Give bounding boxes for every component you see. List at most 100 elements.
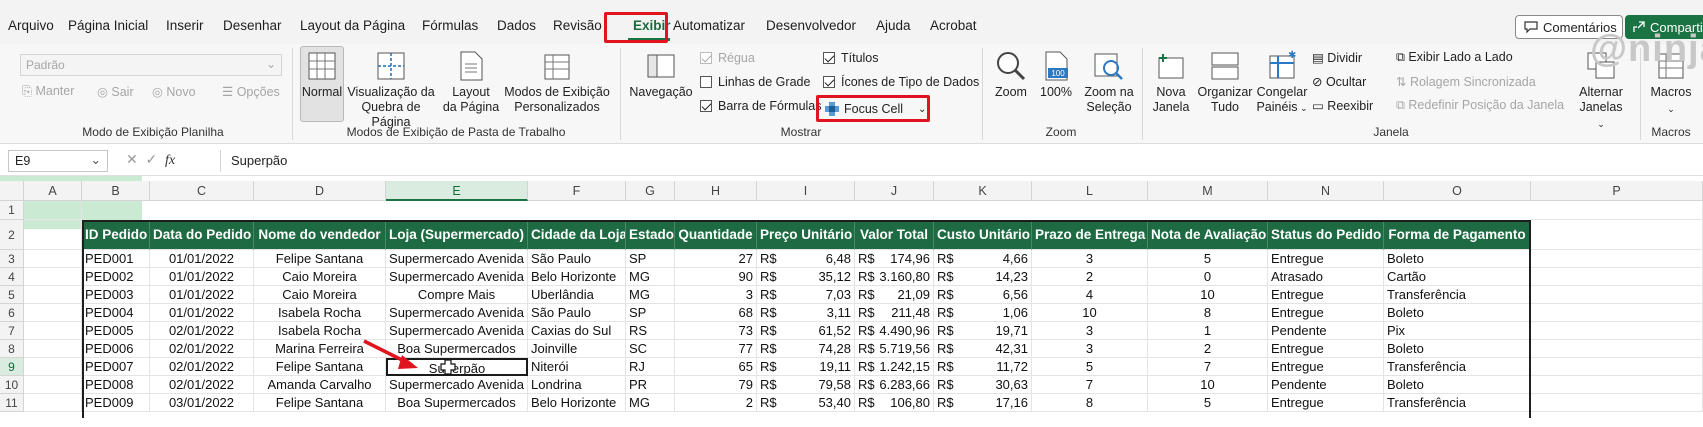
- ruler-checkbox[interactable]: Régua: [700, 51, 755, 65]
- column-header-i[interactable]: I: [757, 181, 855, 201]
- table-cell[interactable]: Boleto: [1384, 376, 1531, 394]
- table-cell[interactable]: Transferência: [1384, 358, 1531, 376]
- table-cell[interactable]: Entregue: [1268, 340, 1384, 358]
- zoom-100-button[interactable]: 100 100%: [1036, 50, 1076, 100]
- table-cell[interactable]: PED007: [82, 358, 150, 376]
- table-header-cell[interactable]: Nome do vendedor: [254, 221, 386, 250]
- table-cell[interactable]: 174,96: [855, 250, 934, 268]
- freeze-panes-button[interactable]: ✱ Congelar Painéis ⌄: [1254, 50, 1310, 116]
- column-header-h[interactable]: H: [675, 181, 757, 201]
- insert-function-icon[interactable]: fx: [165, 153, 175, 168]
- sync-scroll-button[interactable]: ⇅ Rolagem Sincronizada: [1396, 74, 1536, 89]
- table-cell[interactable]: 11,72: [934, 358, 1032, 376]
- empty-cell[interactable]: [24, 268, 82, 286]
- table-cell[interactable]: Londrina: [528, 376, 626, 394]
- tab-desenvolvedor[interactable]: Desenvolvedor: [766, 18, 856, 33]
- table-cell[interactable]: Supermercado Avenida: [386, 268, 528, 286]
- empty-cell[interactable]: [24, 286, 82, 304]
- table-header-cell[interactable]: Custo Unitário: [934, 221, 1032, 250]
- reset-position-button[interactable]: ⧉ Redefinir Posição da Janela: [1396, 98, 1564, 113]
- empty-cell[interactable]: [24, 358, 82, 376]
- empty-cell[interactable]: [1531, 340, 1703, 358]
- select-all-corner[interactable]: [0, 181, 24, 201]
- custom-views-button[interactable]: Modos de Exibição Personalizados: [503, 50, 611, 115]
- name-box[interactable]: E9 ⌄: [8, 150, 108, 172]
- sheet-view-select[interactable]: Padrão ⌄: [20, 54, 282, 76]
- table-cell[interactable]: 90: [675, 268, 757, 286]
- table-cell[interactable]: 4.490,96: [855, 322, 934, 340]
- table-cell[interactable]: Compre Mais: [386, 286, 528, 304]
- table-cell[interactable]: 01/01/2022: [150, 286, 254, 304]
- table-cell[interactable]: Caio Moreira: [254, 286, 386, 304]
- column-header-b[interactable]: B: [82, 181, 150, 201]
- column-header-j[interactable]: J: [855, 181, 934, 201]
- table-cell[interactable]: 6,48: [757, 250, 855, 268]
- column-header-a[interactable]: A: [24, 181, 82, 201]
- formula-bar-checkbox[interactable]: Barra de Fórmulas: [700, 99, 822, 113]
- table-cell[interactable]: 65: [675, 358, 757, 376]
- titles-checkbox[interactable]: Títulos: [823, 51, 879, 65]
- table-cell[interactable]: SP: [626, 304, 675, 322]
- table-cell[interactable]: São Paulo: [528, 250, 626, 268]
- table-cell[interactable]: 3.160,80: [855, 268, 934, 286]
- table-cell[interactable]: PED002: [82, 268, 150, 286]
- row-header-6[interactable]: 6: [0, 304, 24, 322]
- table-header-cell[interactable]: Data do Pedido: [150, 221, 254, 250]
- row-header-5[interactable]: 5: [0, 286, 24, 304]
- table-cell[interactable]: 68: [675, 304, 757, 322]
- new-window-button[interactable]: Nova Janela: [1148, 50, 1194, 115]
- empty-cell[interactable]: [1531, 304, 1703, 322]
- row-header-10[interactable]: 10: [0, 376, 24, 394]
- row-header-3[interactable]: 3: [0, 250, 24, 268]
- table-cell[interactable]: Belo Horizonte: [528, 268, 626, 286]
- table-cell[interactable]: PED006: [82, 340, 150, 358]
- table-cell[interactable]: 17,16: [934, 394, 1032, 412]
- table-cell[interactable]: 10: [1148, 376, 1268, 394]
- column-header-f[interactable]: F: [528, 181, 626, 201]
- table-header-cell[interactable]: Prazo de Entrega: [1032, 221, 1148, 250]
- column-header-l[interactable]: L: [1032, 181, 1148, 201]
- data-type-icons-checkbox[interactable]: Ícones de Tipo de Dados: [823, 75, 979, 89]
- table-cell[interactable]: 4: [1032, 286, 1148, 304]
- table-cell[interactable]: São Paulo: [528, 304, 626, 322]
- table-cell[interactable]: 10: [1032, 304, 1148, 322]
- table-cell[interactable]: 53,40: [757, 394, 855, 412]
- table-cell[interactable]: PED009: [82, 394, 150, 412]
- table-cell[interactable]: 02/01/2022: [150, 322, 254, 340]
- table-cell[interactable]: 02/01/2022: [150, 340, 254, 358]
- column-header-m[interactable]: M: [1148, 181, 1268, 201]
- table-cell[interactable]: 77: [675, 340, 757, 358]
- table-cell[interactable]: PED008: [82, 376, 150, 394]
- empty-cell[interactable]: [24, 220, 82, 250]
- empty-cell[interactable]: [1531, 322, 1703, 340]
- table-cell[interactable]: 02/01/2022: [150, 358, 254, 376]
- tab-layout-pagina[interactable]: Layout da Página: [300, 18, 405, 33]
- table-cell[interactable]: 79,58: [757, 376, 855, 394]
- row-header-11[interactable]: 11: [0, 394, 24, 412]
- unhide-button[interactable]: ▭ Reexibir: [1312, 98, 1373, 113]
- table-header-cell[interactable]: Nota de Avaliação: [1148, 221, 1268, 250]
- table-header-cell[interactable]: Valor Total: [855, 221, 934, 250]
- table-cell[interactable]: 2: [1032, 268, 1148, 286]
- column-header-c[interactable]: C: [150, 181, 254, 201]
- table-cell[interactable]: 21,09: [855, 286, 934, 304]
- table-cell[interactable]: Isabela Rocha: [254, 304, 386, 322]
- table-cell[interactable]: 1,06: [934, 304, 1032, 322]
- table-cell[interactable]: Caxias do Sul: [528, 322, 626, 340]
- table-cell[interactable]: Uberlândia: [528, 286, 626, 304]
- table-cell[interactable]: Supermercado Avenida: [386, 250, 528, 268]
- empty-cell[interactable]: [24, 304, 82, 322]
- tab-dados[interactable]: Dados: [497, 18, 536, 33]
- table-cell[interactable]: 3: [675, 286, 757, 304]
- column-header-d[interactable]: D: [254, 181, 386, 201]
- page-layout-view-button[interactable]: Layout da Página: [442, 50, 500, 115]
- column-header-g[interactable]: G: [626, 181, 675, 201]
- table-cell[interactable]: 35,12: [757, 268, 855, 286]
- row-header-1[interactable]: 1: [0, 201, 24, 220]
- table-cell[interactable]: MG: [626, 268, 675, 286]
- table-cell[interactable]: SC: [626, 340, 675, 358]
- table-cell[interactable]: 79: [675, 376, 757, 394]
- table-cell[interactable]: PED005: [82, 322, 150, 340]
- table-cell[interactable]: 6.283,66: [855, 376, 934, 394]
- table-cell[interactable]: 3: [1032, 322, 1148, 340]
